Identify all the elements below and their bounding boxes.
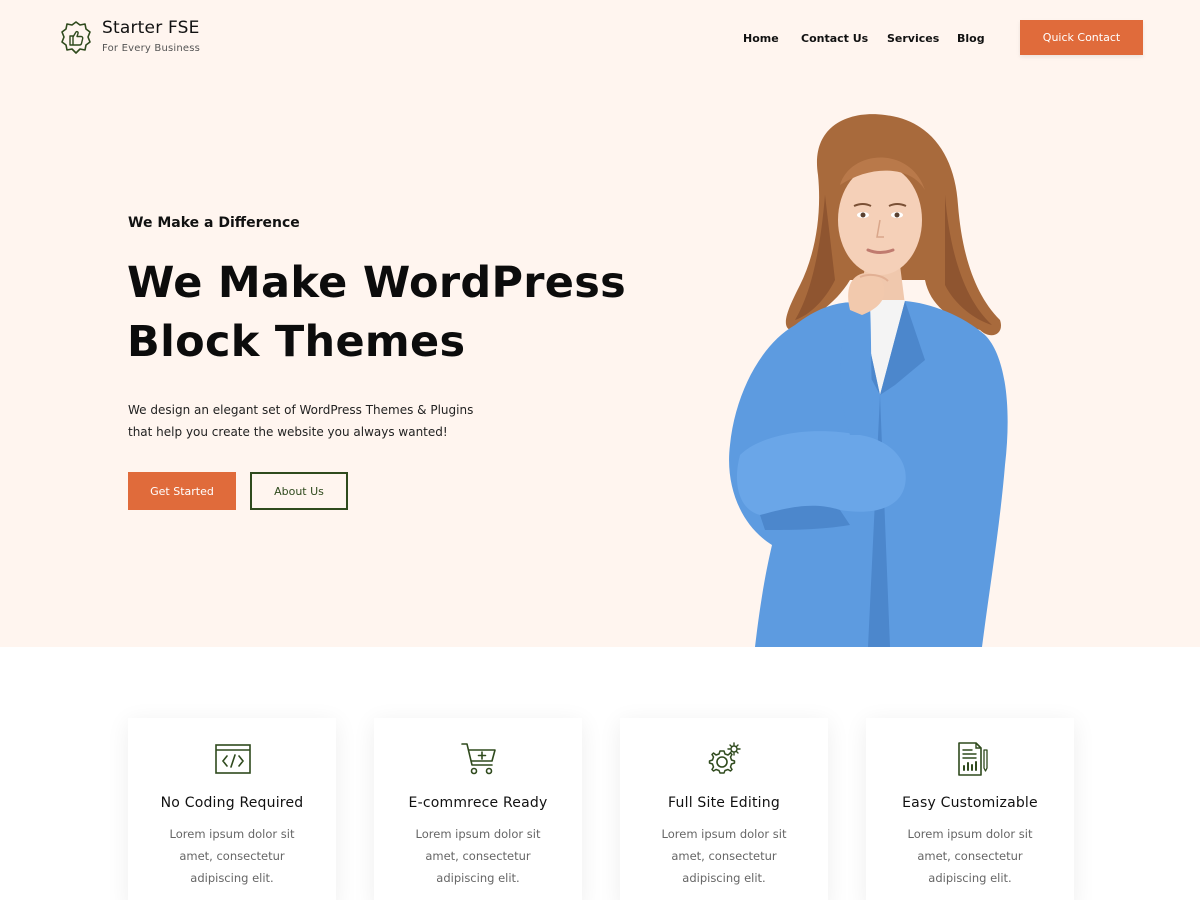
feature-desc-line: amet, consectetur [917, 849, 1023, 863]
feature-title: Full Site Editing [668, 795, 780, 811]
feature-card-ecommerce: E-commrece Ready Lorem ipsum dolor sit a… [374, 718, 582, 900]
get-started-button[interactable]: Get Started [128, 472, 236, 510]
feature-desc-line: Lorem ipsum dolor sit [907, 827, 1033, 841]
site-tagline: For Every Business [102, 43, 201, 54]
feature-card-customizable: Easy Customizable Lorem ipsum dolor sit … [866, 718, 1074, 900]
hero-description-line2: that help you create the website you alw… [128, 425, 448, 439]
nav-contact-us[interactable]: Contact Us [801, 32, 868, 45]
feature-description: Lorem ipsum dolor sit amet, consectetur … [888, 823, 1052, 889]
hero-description-line1: We design an elegant set of WordPress Th… [128, 403, 474, 417]
feature-desc-line: adipiscing elit. [682, 871, 766, 885]
hero-headline-line1: We Make WordPress [127, 258, 627, 308]
about-us-button[interactable]: About Us [250, 472, 348, 510]
feature-desc-line: amet, consectetur [671, 849, 777, 863]
nav-services[interactable]: Services [887, 32, 939, 45]
feature-desc-line: Lorem ipsum dolor sit [415, 827, 541, 841]
feature-title: No Coding Required [160, 795, 304, 811]
site-title[interactable]: Starter FSE [102, 18, 200, 38]
feature-description: Lorem ipsum dolor sit amet, consectetur … [150, 823, 314, 889]
site-logo[interactable]: Starter FSE For Every Business [59, 18, 200, 56]
feature-desc-line: Lorem ipsum dolor sit [169, 827, 295, 841]
quick-contact-button[interactable]: Quick Contact [1020, 20, 1143, 55]
feature-title: Easy Customizable [902, 795, 1038, 811]
feature-card-no-coding: No Coding Required Lorem ipsum dolor sit… [128, 718, 336, 900]
hero-eyebrow: We Make a Difference [128, 215, 300, 231]
feature-desc-line: adipiscing elit. [436, 871, 520, 885]
feature-desc-line: amet, consectetur [425, 849, 531, 863]
feature-title: E-commrece Ready [408, 795, 548, 811]
feature-desc-line: amet, consectetur [179, 849, 285, 863]
feature-desc-line: Lorem ipsum dolor sit [661, 827, 787, 841]
hero-description: We design an elegant set of WordPress Th… [128, 399, 508, 443]
hero-headline: We Make WordPress Block Themes [127, 254, 647, 372]
feature-description: Lorem ipsum dolor sit amet, consectetur … [642, 823, 806, 889]
feature-desc-line: adipiscing elit. [928, 871, 1012, 885]
feature-desc-line: adipiscing elit. [190, 871, 274, 885]
document-chart-icon [958, 742, 988, 776]
thumbs-up-badge-icon [61, 21, 91, 54]
gears-icon [708, 742, 741, 774]
code-window-icon [215, 744, 251, 774]
feature-card-site-editing: Full Site Editing Lorem ipsum dolor sit … [620, 718, 828, 900]
shopping-cart-icon [461, 743, 496, 775]
hero-woman-image [729, 114, 1008, 647]
hero-headline-line2: Block Themes [127, 317, 466, 367]
nav-blog[interactable]: Blog [957, 32, 985, 45]
nav-home[interactable]: Home [743, 32, 779, 45]
feature-description: Lorem ipsum dolor sit amet, consectetur … [396, 823, 560, 889]
